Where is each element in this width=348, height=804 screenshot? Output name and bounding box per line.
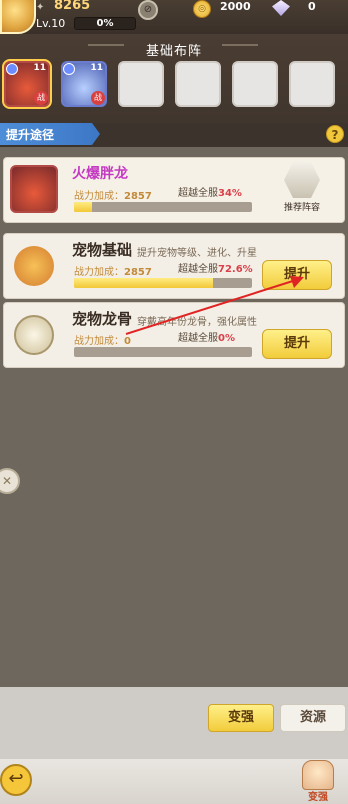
power-value: 8265 [54,0,91,13]
lineup-slot-6[interactable] [289,61,335,107]
power-bonus: 战力加成：0 [74,336,131,347]
hex-nut-icon [284,162,320,198]
coin-value: 2000 [220,0,251,13]
battle-badge: 战 [34,91,48,105]
dragon-bone-icon [14,315,54,355]
recommend-lineup-button[interactable]: 推荐阵容 [280,162,324,218]
pet-name: 火爆胖龙 [72,166,128,182]
player-level: Lv.10 [36,17,66,30]
lineup-slot-4[interactable] [175,61,221,107]
battle-badge: 战 [91,91,105,105]
help-button[interactable]: ? [326,125,344,143]
gem-icon [272,0,290,16]
lineup-slot-3[interactable] [118,61,164,107]
coin-icon: ◎ [193,0,211,18]
top-status-bar: ✦ 8265 Lv.10 0% ⊘ ◎ 2000 0 [0,0,348,34]
player-avatar[interactable] [0,0,36,34]
exp-percent: 0% [96,18,114,29]
power-progress-bar [74,347,252,357]
exp-bar: 0% [74,17,136,30]
title-decoration-right [222,44,258,52]
card-title: 宠物基础 [72,241,133,259]
card-subtitle: 提升宠物等级、进化、升星 [137,248,257,259]
upgrade-path-text: 提升途径 [6,128,55,142]
slot-level: 11 [90,63,103,73]
slot-level: 11 [33,63,46,73]
power-bonus: 战力加成：2857 [74,191,152,202]
become-strong-button[interactable]: 变强 [298,760,338,804]
lineup-slot-5[interactable] [232,61,278,107]
tab-become-strong[interactable]: 变强 [208,704,274,732]
server-rank: 超越全服34% [178,188,242,199]
lineup-slot-1[interactable]: 11 战 [2,59,52,109]
power-progress-fill [74,202,92,212]
upgrade-path-label: 提升途径 [0,123,100,145]
back-button[interactable]: ↩ [0,764,32,796]
fist-icon [302,760,334,790]
recommend-label: 推荐阵容 [283,203,320,213]
card-title: 宠物龙骨 [72,310,133,328]
tab-resources[interactable]: 资源 [280,704,346,732]
lineup-slot-2[interactable]: 11 战 [61,61,107,107]
become-strong-label: 变强 [308,792,328,803]
compass-icon[interactable]: ⊘ [138,0,158,20]
power-icon: ✦ [36,2,45,13]
pet-basics-icon [14,246,54,286]
lineup-title: 基础布阵 [145,44,202,59]
element-icon [63,63,75,75]
upgrade-panel [0,147,348,687]
pet-portrait [10,165,58,213]
gem-value: 0 [308,0,316,13]
pet-summary-card: 火爆胖龙 战力加成：2857 超越全服34% 推荐阵容 [3,157,345,223]
footer-bar [0,759,348,804]
power-progress-bar [74,202,252,212]
annotation-arrow [125,276,304,335]
element-icon [6,63,18,75]
